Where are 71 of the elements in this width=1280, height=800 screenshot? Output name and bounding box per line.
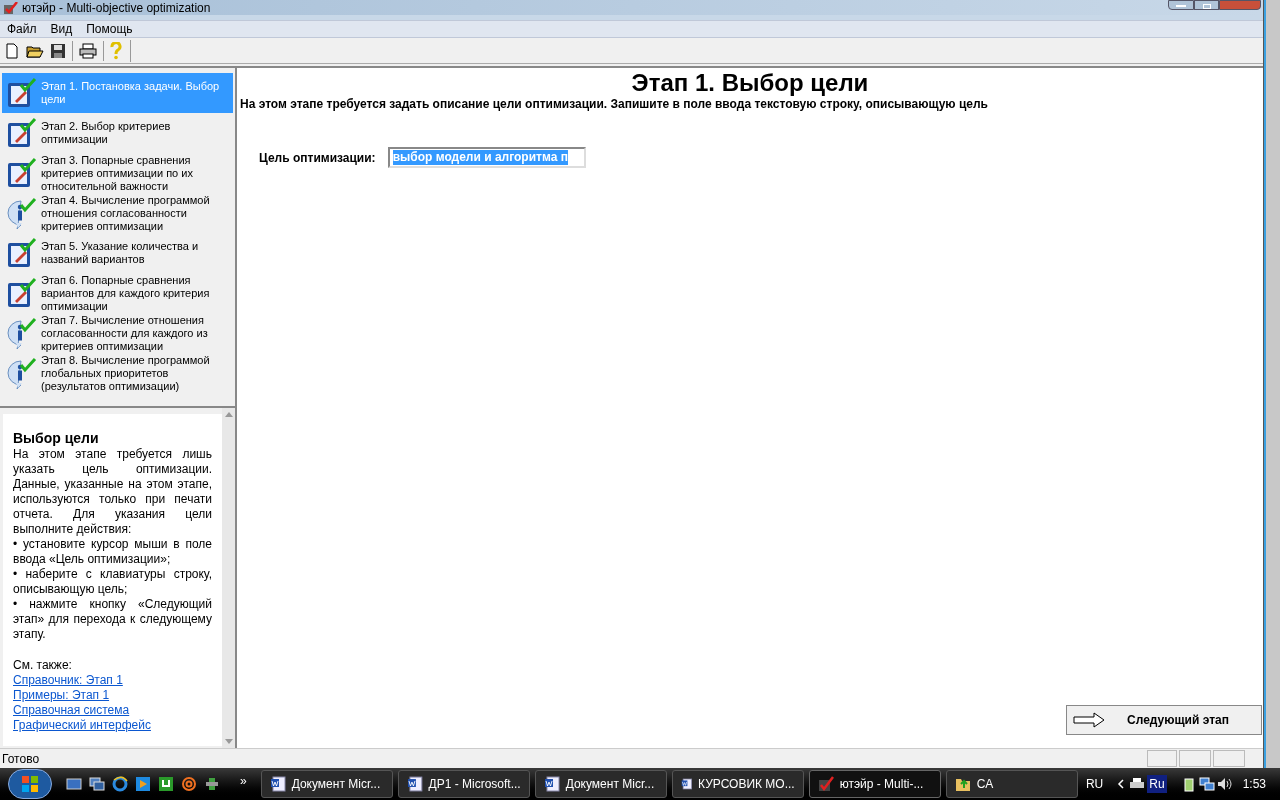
menu-item[interactable]: Файл xyxy=(0,21,44,37)
help-link[interactable]: Примеры: Этап 1 xyxy=(13,688,110,703)
language-indicator[interactable]: RU xyxy=(1085,775,1104,793)
step-item[interactable]: Этап 7. Вычисление отношения согласованности для каждого из критериев оптимизации xyxy=(2,313,233,353)
step-item[interactable]: Этап 8. Вычисление программой глобальных приоритетов (результатов оптимизации) xyxy=(2,353,233,393)
info-bubble-icon xyxy=(5,197,37,229)
help-link[interactable]: Графический интерфейс xyxy=(13,718,151,733)
folder-icon xyxy=(954,776,971,792)
help-paragraph: • наберите с клавиатуры строку, описывающую цель; xyxy=(13,567,212,597)
pencil-board-icon xyxy=(5,157,37,189)
taskbar-button[interactable]: Документ Micr... xyxy=(534,770,667,798)
menu-item[interactable]: Вид xyxy=(43,21,80,37)
step-item[interactable]: Этап 5. Указание количества и названий вариантов xyxy=(2,233,233,273)
network-icon[interactable] xyxy=(1198,776,1215,792)
help-paragraph: На этом этапе требуется лишь указать цель оптимизации. Данные, указанные на этом этапе, используются только при печати отчета. Для указания цели выполните действия: xyxy=(13,447,212,537)
word-document-icon xyxy=(406,776,423,792)
status-panel xyxy=(1213,750,1245,767)
taskbar-button[interactable]: Документ Micr... xyxy=(260,770,393,798)
start-button[interactable] xyxy=(8,769,52,799)
help-paragraph: • нажмите кнопку «Следующий этап» для перехода к следующему этапу. xyxy=(13,597,212,642)
torrent-icon[interactable] xyxy=(158,776,174,792)
step-description: На этом этапе требуется задать описание цели оптимизации. Запишите в поле ввода текстовую строку, описывающую цель xyxy=(239,97,989,111)
browser-e-icon[interactable] xyxy=(112,776,128,792)
printer-icon[interactable] xyxy=(1129,777,1146,791)
taskbar-button[interactable]: ДР1 - Microsoft... xyxy=(397,770,530,798)
printer-icon[interactable] xyxy=(79,42,97,59)
at-sign-icon[interactable] xyxy=(181,776,197,792)
word-document-icon xyxy=(269,776,286,792)
taskbar-button[interactable]: ютэйр - Multi-... xyxy=(808,770,941,798)
input-method-indicator[interactable]: Ru xyxy=(1147,775,1167,793)
clock[interactable]: 1:53 xyxy=(1242,775,1266,793)
step-heading: Этап 1. Выбор цели xyxy=(630,69,870,97)
pencil-board-icon xyxy=(5,277,37,309)
new-document-icon[interactable] xyxy=(4,42,20,59)
help-link[interactable]: Справочник: Этап 1 xyxy=(13,673,123,688)
word-document-icon xyxy=(543,776,560,792)
desktop-icon[interactable] xyxy=(66,776,82,792)
checkmark-icon xyxy=(4,1,18,14)
status-text: Готово xyxy=(1,750,40,768)
word-document-icon xyxy=(680,776,693,792)
info-bubble-icon xyxy=(5,317,37,349)
speaker-icon[interactable] xyxy=(1216,776,1233,792)
menu-item[interactable]: Помощь xyxy=(79,21,140,37)
pencil-board-icon xyxy=(5,117,37,149)
window-title: ютэйр - Multi-objective optimization xyxy=(22,0,211,15)
taskbar-button[interactable]: КУРСОВИК МО... xyxy=(671,770,804,798)
help-link[interactable]: Справочная система xyxy=(13,703,130,718)
pencil-board-icon xyxy=(5,237,37,269)
arrow-right-icon xyxy=(1073,712,1105,728)
info-bubble-icon xyxy=(5,357,37,389)
help-title: Выбор цели xyxy=(13,430,100,447)
maximize-button[interactable] xyxy=(1194,0,1219,10)
step-item[interactable]: Этап 2. Выбор критериев оптимизации xyxy=(2,113,233,153)
step-item[interactable]: Этап 3. Попарные сравнения критериев оптимизации по их относительной важности xyxy=(2,153,233,193)
taskbar-button[interactable]: CA xyxy=(945,770,1078,798)
next-step-button[interactable]: Следующий этап xyxy=(1066,705,1262,735)
windows-switch-icon[interactable] xyxy=(89,776,105,792)
checkmark-icon xyxy=(817,776,834,792)
field-label: Цель оптимизации: xyxy=(259,149,376,167)
chevron-left-icon[interactable] xyxy=(1117,779,1126,789)
status-panel xyxy=(1147,750,1177,767)
step-item[interactable]: Этап 6. Попарные сравнения вариантов для каждого критерия оптимизации xyxy=(2,273,233,313)
status-panel xyxy=(1179,750,1211,767)
windows-logo-icon xyxy=(21,775,39,793)
minimize-button[interactable] xyxy=(1168,0,1194,10)
overflow-button[interactable]: » xyxy=(240,775,247,787)
media-player-icon[interactable] xyxy=(135,776,151,792)
step-item[interactable]: Этап 4. Вычисление программой отношения согласованности критериев оптимизации xyxy=(2,193,233,233)
see-also-label: См. также: xyxy=(13,658,73,673)
pencil-board-icon xyxy=(5,77,37,109)
help-paragraph: • установите курсор мыши в поле ввода «Цель оптимизации»; xyxy=(13,537,212,567)
